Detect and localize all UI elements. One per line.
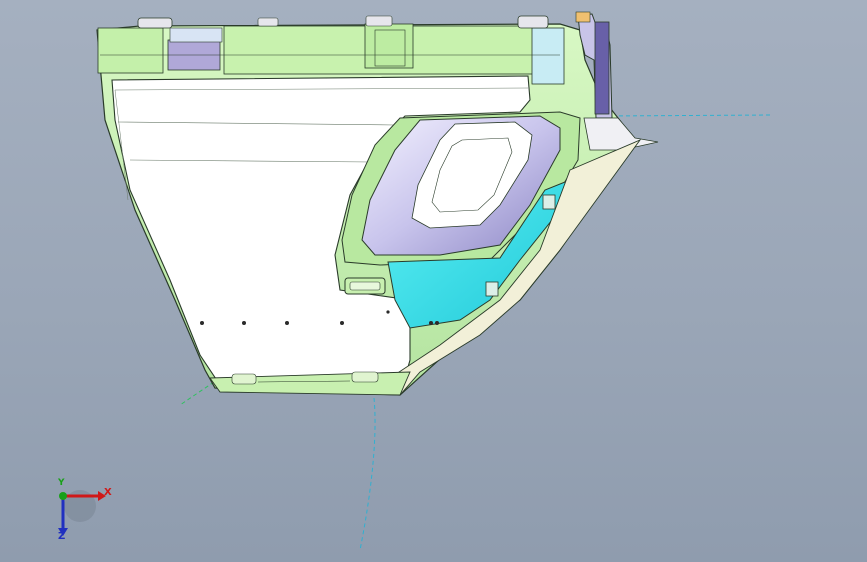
cad-3d-viewport[interactable]: X Y Z <box>0 0 867 562</box>
axis-x-label: X <box>104 487 112 498</box>
door-trim-panel-model[interactable] <box>0 0 867 562</box>
bottom-rail <box>209 371 411 396</box>
axis-z-label: Z <box>58 531 66 542</box>
coordinate-triad: X Y Z <box>40 478 120 548</box>
axis-y-label: Y <box>58 478 65 488</box>
